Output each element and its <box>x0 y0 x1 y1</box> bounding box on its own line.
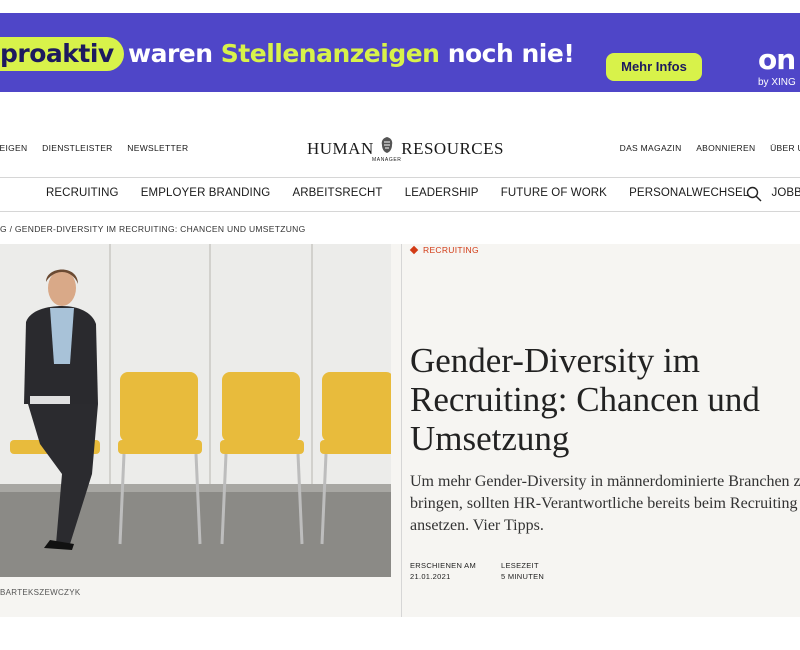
util-link-magazin[interactable]: DAS MAGAZIN <box>620 143 682 153</box>
search-icon[interactable] <box>746 186 762 202</box>
nav-item-leadership[interactable]: LEADERSHIP <box>405 187 479 199</box>
diamond-icon <box>409 245 419 255</box>
published-meta: ERSCHIENEN AM 21.01.2021 <box>410 560 476 582</box>
ad-headline: waren Stellenanzeigen noch nie! <box>128 39 575 68</box>
brand-left: HUMAN <box>307 139 374 158</box>
nav-item-future-of-work[interactable]: FUTURE OF WORK <box>501 187 607 199</box>
utility-nav-right: DAS MAGAZIN ABONNIEREN ÜBER U <box>608 143 800 153</box>
nav-item-personalwechsel[interactable]: PERSONALWECHSEL <box>629 187 749 199</box>
divider <box>401 244 402 617</box>
ad-logo-sub: by XING <box>758 77 796 88</box>
ad-banner[interactable]: proaktiv waren Stellenanzeigen noch nie!… <box>0 13 800 92</box>
util-link-newsletter[interactable]: NEWSLETTER <box>127 143 188 153</box>
util-link-ueber-uns[interactable]: ÜBER U <box>770 143 800 153</box>
util-link-dienstleister[interactable]: DIENSTLEISTER <box>42 143 113 153</box>
nav-item-jobboerse[interactable]: JOBBÖRSE <box>772 187 800 199</box>
divider <box>0 177 800 178</box>
ad-pill: proaktiv <box>0 37 124 71</box>
util-link-anzeigen[interactable]: ZEIGEN <box>0 143 27 153</box>
breadcrumb[interactable]: G / GENDER-DIVERSITY IM RECRUITING: CHAN… <box>0 224 306 234</box>
ad-logo[interactable]: on <box>758 43 796 76</box>
photo-credit: BARTEKSZEWCZYK <box>0 588 81 597</box>
brand-right: RESOURCES <box>401 139 504 158</box>
published-label: ERSCHIENEN AM <box>410 561 476 570</box>
article-lead: Um mehr Gender-Diversity in männerdomini… <box>410 473 800 534</box>
brand-sub: MANAGER <box>372 157 402 163</box>
nav-item-employer-branding[interactable]: EMPLOYER BRANDING <box>141 187 271 199</box>
readtime-meta: LESEZEIT 5 MINUTEN <box>501 560 544 582</box>
ad-text-main: waren <box>128 39 213 68</box>
article-category[interactable]: RECRUITING <box>409 245 479 255</box>
readtime-label: LESEZEIT <box>501 561 539 570</box>
ad-text-highlight: Stellenanzeigen <box>220 39 440 68</box>
ad-text-end: noch nie! <box>447 39 575 68</box>
util-link-abonnieren[interactable]: ABONNIEREN <box>696 143 755 153</box>
readtime-value: 5 MINUTEN <box>501 572 545 581</box>
divider <box>0 211 800 212</box>
utility-nav-left: ZEIGEN DIENSTLEISTER NEWSLETTER <box>0 143 200 153</box>
ad-more-info-button[interactable]: Mehr Infos <box>606 53 702 81</box>
nav-item-recruiting[interactable]: RECRUITING <box>46 187 119 199</box>
main-nav: RECRUITING EMPLOYER BRANDING ARBEITSRECH… <box>46 187 800 199</box>
published-date: 21.01.2021 <box>410 572 451 581</box>
article-photo <box>0 244 391 577</box>
site-logo[interactable]: HUMAN RESOURCES <box>307 136 504 159</box>
category-label: RECRUITING <box>423 245 479 255</box>
article-title: Gender-Diversity im Recruiting: Chancen … <box>410 341 760 458</box>
nav-item-arbeitsrecht[interactable]: ARBEITSRECHT <box>292 187 382 199</box>
lion-crest-icon <box>378 136 396 159</box>
